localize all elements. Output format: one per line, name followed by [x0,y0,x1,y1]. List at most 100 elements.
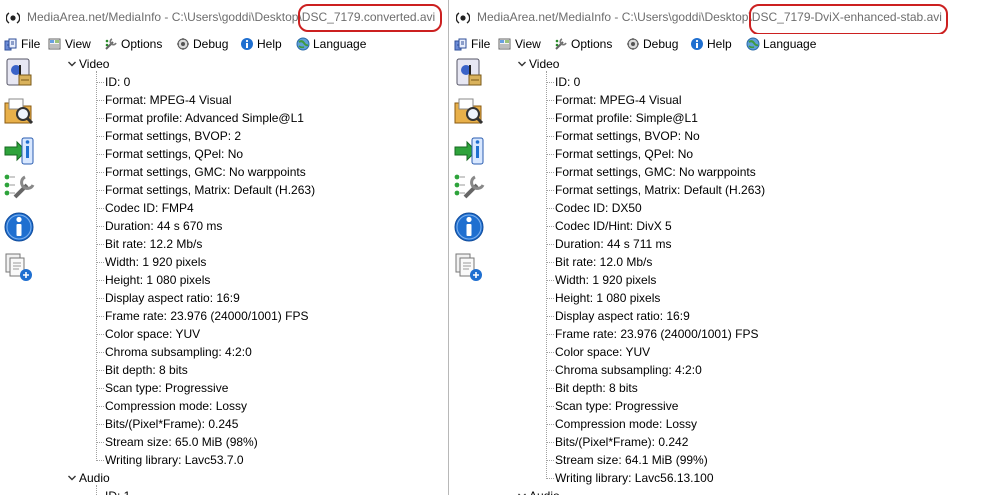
menu-label: View [65,36,91,51]
menu-label: Options [571,36,613,51]
tree-field[interactable]: Format profile: Advanced Simple@L1 [105,109,304,127]
tree-field[interactable]: Format settings, QPel: No [105,145,243,163]
window-title-file: \DSC_7179-DviX-enhanced-stab.avi [748,10,942,24]
tree-field[interactable]: Bit depth: 8 bits [105,361,188,379]
tree-section-video[interactable]: Video [79,55,109,73]
tree-field[interactable]: ID: 1 [105,487,130,495]
tree-field[interactable]: Scan type: Progressive [555,397,678,415]
info-icon[interactable] [453,211,485,243]
tree-field[interactable]: Display aspect ratio: 16:9 [105,289,240,307]
menu-view[interactable]: View [498,35,541,52]
tree-field[interactable]: Format: MPEG-4 Visual [105,91,231,109]
title-bar: MediaArea.net/MediaInfo - C:\Users\goddi… [0,0,448,34]
tree-section-audio[interactable]: Audio [79,469,110,487]
tree-branch [97,334,104,335]
open-folder-icon[interactable] [453,95,485,127]
tree-field[interactable]: Codec ID: DX50 [555,199,642,217]
tree-field[interactable]: Stream size: 65.0 MiB (98%) [105,433,258,451]
menu-options[interactable]: Options [554,35,612,52]
app-icon [6,12,20,24]
menu-label: Debug [193,36,229,51]
export-icon[interactable] [3,251,35,283]
tree-field[interactable]: Format settings, Matrix: Default (H.263) [105,181,315,199]
tree-field[interactable]: Format settings, BVOP: No [555,127,700,145]
tree-field[interactable]: Frame rate: 23.976 (24000/1001) FPS [105,307,308,325]
tree-field[interactable]: Format settings, GMC: No warppoints [555,163,756,181]
media-library-icon[interactable] [453,57,485,89]
tree-connector [96,71,97,461]
tree-field[interactable]: Display aspect ratio: 16:9 [555,307,690,325]
collapse-chevron-icon[interactable] [517,491,527,495]
tree-branch [97,460,104,461]
tree-field[interactable]: Codec ID/Hint: DivX 5 [555,217,672,235]
options-icon [105,37,117,50]
language-icon [296,37,310,50]
tree-field[interactable]: Writing library: Lavc56.13.100 [555,469,714,487]
tree-field[interactable]: Duration: 44 s 670 ms [105,217,222,235]
tree-settings-icon[interactable] [453,171,485,203]
tree-field[interactable]: Width: 1 920 pixels [105,253,206,271]
tree-connector [546,71,547,479]
tree-field[interactable]: Height: 1 080 pixels [105,271,210,289]
tree-field[interactable]: Format settings, GMC: No warppoints [105,163,306,181]
menu-file[interactable]: File [454,35,490,52]
tree-field[interactable]: Compression mode: Lossy [105,397,247,415]
tree-field[interactable]: Color space: YUV [555,343,650,361]
tree-branch [547,406,554,407]
tree-field[interactable]: Bit rate: 12.2 Mb/s [105,235,202,253]
menu-debug[interactable]: Debug [176,35,228,52]
tree-branch [547,226,554,227]
menu-language[interactable]: Language [296,35,366,52]
collapse-chevron-icon[interactable] [67,473,77,483]
tree-field[interactable]: Bits/(Pixel*Frame): 0.245 [105,415,238,433]
tree-branch [97,298,104,299]
tree-field[interactable]: Codec ID: FMP4 [105,199,194,217]
sheet-info-icon[interactable] [453,135,485,167]
info-icon[interactable] [3,211,35,243]
tree-branch [97,316,104,317]
tree-field[interactable]: Format settings, BVOP: 2 [105,127,241,145]
open-folder-icon[interactable] [3,95,35,127]
menu-view[interactable]: View [48,35,91,52]
language-icon [746,37,760,50]
tree-field[interactable]: Frame rate: 23.976 (24000/1001) FPS [555,325,758,343]
menu-debug[interactable]: Debug [626,35,678,52]
collapse-chevron-icon[interactable] [67,59,77,69]
tree-field[interactable]: Format settings, QPel: No [555,145,693,163]
tree-field[interactable]: Stream size: 64.1 MiB (99%) [555,451,708,469]
tree-section-audio[interactable]: Audio [529,487,560,495]
info-tree: Video ID: 0 Format: MPEG-4 Visual Format pr… [490,53,999,495]
tree-field[interactable]: Bit depth: 8 bits [555,379,638,397]
tree-section-video[interactable]: Video [529,55,559,73]
tree-field[interactable]: Duration: 44 s 711 ms [555,235,672,253]
tree-field[interactable]: Format profile: Simple@L1 [555,109,698,127]
menu-options[interactable]: Options [104,35,162,52]
export-icon[interactable] [453,251,485,283]
tree-field[interactable]: ID: 0 [105,73,130,91]
tree-field[interactable]: Chroma subsampling: 4:2:0 [555,361,702,379]
debug-icon [177,37,189,50]
tree-field[interactable]: Format settings, Matrix: Default (H.263) [555,181,765,199]
tree-field[interactable]: Bits/(Pixel*Frame): 0.242 [555,433,688,451]
tree-field[interactable]: Scan type: Progressive [105,379,228,397]
menu-file[interactable]: File [4,35,40,52]
tree-branch [547,352,554,353]
tree-field[interactable]: Writing library: Lavc53.7.0 [105,451,244,469]
menu-help[interactable]: Help [240,35,282,52]
tree-field[interactable]: Bit rate: 12.0 Mb/s [555,253,652,271]
tree-field[interactable]: ID: 0 [555,73,580,91]
tree-field[interactable]: Compression mode: Lossy [555,415,697,433]
menu-help[interactable]: Help [690,35,732,52]
tree-field[interactable]: Color space: YUV [105,325,200,343]
tree-field[interactable]: Width: 1 920 pixels [555,271,656,289]
media-library-icon[interactable] [3,57,35,89]
collapse-chevron-icon[interactable] [517,59,527,69]
tree-settings-icon[interactable] [3,171,35,203]
tree-field[interactable]: Height: 1 080 pixels [555,289,660,307]
tree-field[interactable]: Chroma subsampling: 4:2:0 [105,343,252,361]
tree-branch [547,244,554,245]
menu-language[interactable]: Language [746,35,816,52]
sheet-info-icon[interactable] [3,135,35,167]
tree-branch [547,370,554,371]
tree-field[interactable]: Format: MPEG-4 Visual [555,91,681,109]
